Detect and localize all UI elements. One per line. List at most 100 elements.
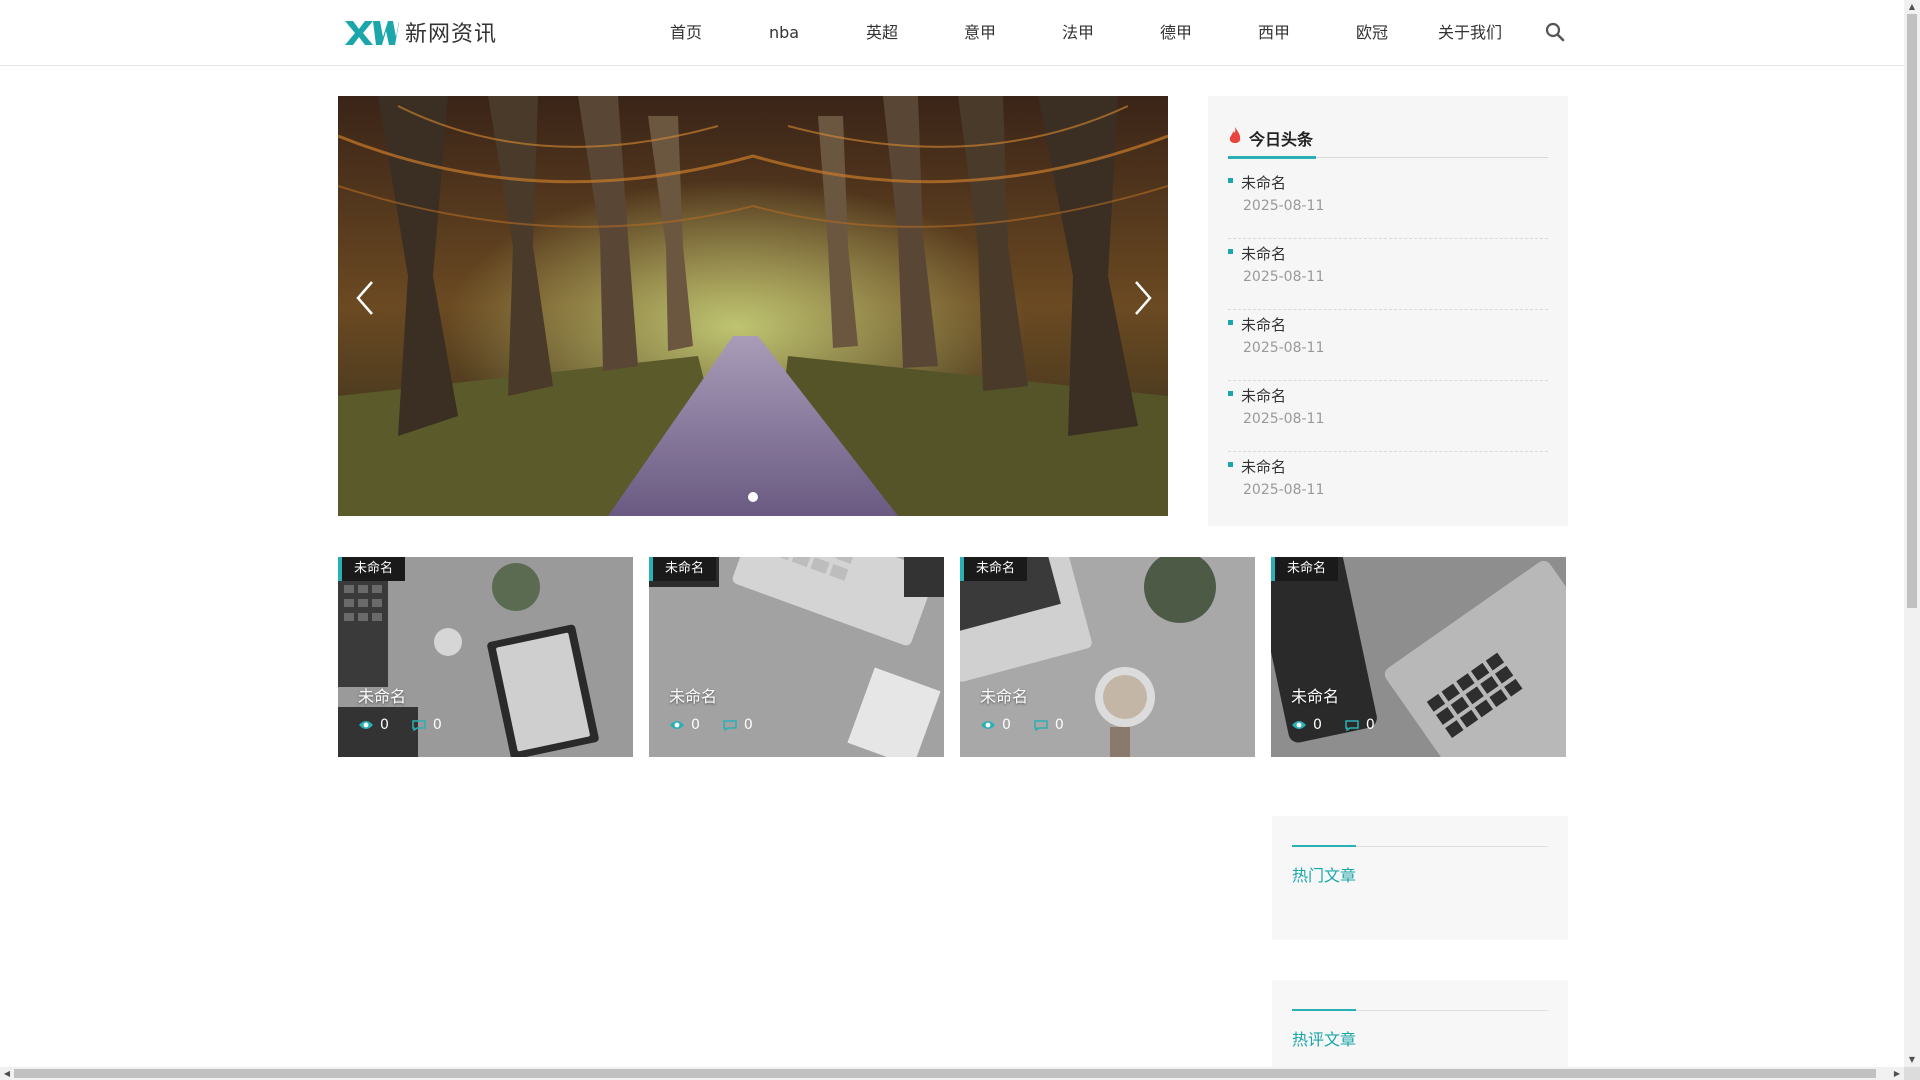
headlines-title: 今日头条 <box>1249 130 1314 149</box>
comment-count-value: 0 <box>743 717 753 733</box>
headlines-underline <box>1228 156 1316 159</box>
scroll-up-arrow-icon[interactable]: ▲ <box>1904 0 1920 14</box>
nav-item-ligue-1[interactable]: 法甲 <box>1029 18 1127 48</box>
comment-count: 0 <box>1033 717 1064 733</box>
nav-item-nba[interactable]: nba <box>735 18 833 48</box>
headline-date: 2025-08-11 <box>1243 482 1325 498</box>
comment-count-value: 0 <box>1054 717 1064 733</box>
scroll-down-arrow-icon[interactable]: ▼ <box>1904 1053 1920 1067</box>
card-stats: 0 0 <box>1291 717 1397 733</box>
headline-date: 2025-08-11 <box>1243 198 1325 214</box>
hot-articles-panel: 热门文章 <box>1272 816 1568 940</box>
headline-title[interactable]: 未命名 <box>1241 243 1286 264</box>
nav-item-home[interactable]: 首页 <box>637 18 735 48</box>
horizontal-scrollbar[interactable]: ◀ ▶ <box>0 1067 1904 1080</box>
card-stats: 0 0 <box>358 717 464 733</box>
vertical-scrollbar[interactable]: ▲ ▼ <box>1904 0 1920 1067</box>
scrollbar-corner <box>1904 1067 1920 1080</box>
search-icon[interactable] <box>1545 22 1565 42</box>
comment-icon <box>1345 720 1359 731</box>
hot-comments-underline <box>1292 1009 1356 1011</box>
card-tag[interactable]: 未命名 <box>649 557 717 581</box>
hot-articles-underline <box>1292 845 1356 847</box>
nav-item-champions-league[interactable]: 欧冠 <box>1323 18 1421 48</box>
nav-item-serie-a[interactable]: 意甲 <box>931 18 1029 48</box>
headline-item[interactable]: 未命名 2025-08-11 <box>1228 452 1548 523</box>
eye-icon <box>359 721 373 729</box>
flame-icon <box>1229 127 1241 143</box>
headlines-list: 未命名 2025-08-11 未命名 2025-08-11 未命名 2025-0… <box>1228 168 1548 523</box>
slider-dot-active[interactable] <box>748 492 758 502</box>
hot-articles-divider <box>1292 845 1548 847</box>
headline-item[interactable]: 未命名 2025-08-11 <box>1228 168 1548 239</box>
headline-title[interactable]: 未命名 <box>1241 172 1286 193</box>
view-count-value: 0 <box>691 717 700 733</box>
hot-articles-title[interactable]: 热门文章 <box>1292 862 1356 886</box>
view-count-value: 0 <box>380 717 389 733</box>
headline-date: 2025-08-11 <box>1243 411 1325 427</box>
comment-icon <box>412 720 426 731</box>
slide-image-forest-path <box>338 96 1168 516</box>
nav-item-bundesliga[interactable]: 德甲 <box>1127 18 1225 48</box>
bullet-icon <box>1228 320 1233 325</box>
bullet-icon <box>1228 391 1233 396</box>
view-count: 0 <box>980 717 1011 733</box>
card-title[interactable]: 未命名 <box>980 683 1028 707</box>
comment-count-value: 0 <box>432 717 442 733</box>
comment-count: 0 <box>722 717 753 733</box>
slider-next-button[interactable] <box>1128 278 1158 318</box>
hot-comments-divider <box>1292 1009 1548 1011</box>
article-card[interactable]: 未命名 未命名 0 0 <box>338 557 633 757</box>
card-tag[interactable]: 未命名 <box>338 557 406 581</box>
card-tag[interactable]: 未命名 <box>1271 557 1339 581</box>
article-card[interactable]: 未命名 未命名 0 0 <box>1271 557 1566 757</box>
eye-icon <box>1292 721 1306 729</box>
hero-slider[interactable] <box>338 96 1168 516</box>
nav-item-about-us[interactable]: 关于我们 <box>1421 18 1519 48</box>
slider-prev-button[interactable] <box>350 278 380 318</box>
card-title[interactable]: 未命名 <box>358 683 406 707</box>
main-nav: 首页 nba 英超 意甲 法甲 德甲 西甲 欧冠 关于我们 <box>637 18 1519 48</box>
nav-item-premier-league[interactable]: 英超 <box>833 18 931 48</box>
bullet-icon <box>1228 462 1233 467</box>
headline-title[interactable]: 未命名 <box>1241 314 1286 335</box>
headline-title[interactable]: 未命名 <box>1241 456 1286 477</box>
view-count: 0 <box>669 717 700 733</box>
today-headlines-panel: 今日头条 未命名 2025-08-11 未命名 2025-08-11 未命名 2… <box>1208 96 1568 526</box>
card-title[interactable]: 未命名 <box>669 683 717 707</box>
headline-item[interactable]: 未命名 2025-08-11 <box>1228 239 1548 310</box>
vertical-scroll-thumb[interactable] <box>1907 14 1917 608</box>
hot-comments-title[interactable]: 热评文章 <box>1292 1026 1356 1050</box>
article-card[interactable]: 未命名 未命名 0 0 <box>960 557 1255 757</box>
site-header: 新网资讯 首页 nba 英超 意甲 法甲 德甲 西甲 欧冠 关于我们 <box>0 0 1904 66</box>
comment-icon <box>723 720 737 731</box>
scroll-left-arrow-icon[interactable]: ◀ <box>0 1067 14 1080</box>
eye-icon <box>670 721 684 729</box>
article-card[interactable]: 未命名 未命名 0 0 <box>649 557 944 757</box>
logo-text: 新网资讯 <box>405 22 498 47</box>
card-stats: 0 0 <box>669 717 775 733</box>
eye-icon <box>981 721 995 729</box>
card-stats: 0 0 <box>980 717 1086 733</box>
view-count: 0 <box>1291 717 1322 733</box>
headlines-header: 今日头条 <box>1228 126 1548 159</box>
card-title[interactable]: 未命名 <box>1291 683 1339 707</box>
logo-mark-icon <box>345 21 399 45</box>
bullet-icon <box>1228 249 1233 254</box>
view-count: 0 <box>358 717 389 733</box>
hot-comments-panel: 热评文章 <box>1272 980 1568 1067</box>
headline-item[interactable]: 未命名 2025-08-11 <box>1228 310 1548 381</box>
nav-item-la-liga[interactable]: 西甲 <box>1225 18 1323 48</box>
site-logo[interactable]: 新网资讯 <box>343 17 497 47</box>
horizontal-scroll-thumb[interactable] <box>14 1069 1876 1078</box>
headline-date: 2025-08-11 <box>1243 340 1325 356</box>
comment-icon <box>1034 720 1048 731</box>
view-count-value: 0 <box>1313 717 1322 733</box>
card-tag[interactable]: 未命名 <box>960 557 1028 581</box>
headline-item[interactable]: 未命名 2025-08-11 <box>1228 381 1548 452</box>
headline-title[interactable]: 未命名 <box>1241 385 1286 406</box>
bullet-icon <box>1228 178 1233 183</box>
comment-count: 0 <box>1344 717 1375 733</box>
comment-count-value: 0 <box>1365 717 1375 733</box>
scroll-right-arrow-icon[interactable]: ▶ <box>1890 1067 1904 1080</box>
